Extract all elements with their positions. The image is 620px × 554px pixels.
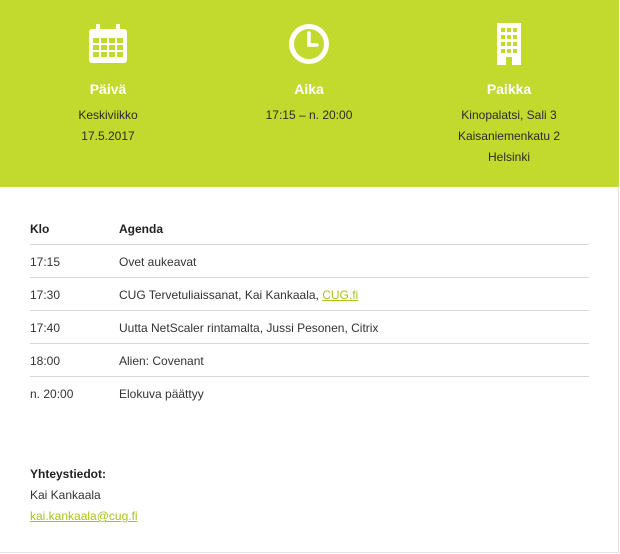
date-heading: Päivä xyxy=(89,81,127,97)
place-heading: Paikka xyxy=(486,81,532,97)
contact-name: Kai Kankaala xyxy=(30,488,101,502)
agenda-time: 17:15 xyxy=(30,255,61,269)
agenda-row: 17:30 CUG Tervetuliaissanat, Kai Kankaal… xyxy=(30,278,589,311)
cug-link[interactable]: CUG.fi xyxy=(322,288,358,302)
agenda-item: CUG Tervetuliaissanat, Kai Kankaala, xyxy=(119,288,323,302)
contact-email-link[interactable]: kai.kankaala@cug.fi xyxy=(30,509,138,523)
agenda-time: 17:40 xyxy=(30,321,61,335)
agenda-time: 18:00 xyxy=(30,354,61,368)
time-value: 17:15 – n. 20:00 xyxy=(265,108,353,122)
agenda-time: n. 20:00 xyxy=(30,387,74,401)
contact-email-wrapper: kai.kankaala@cug.fi xyxy=(30,509,138,523)
date-weekday: Keskiviikko xyxy=(78,108,138,122)
agenda-table: Klo Agenda 17:15 Ovet aukeavat 17:30 CUG… xyxy=(30,211,589,409)
agenda-header-row: Klo Agenda xyxy=(30,211,589,245)
agenda-time-header: Klo xyxy=(30,222,50,236)
time-heading: Aika xyxy=(294,81,324,97)
calendar-icon xyxy=(89,24,127,63)
place-venue: Kinopalatsi, Sali 3 xyxy=(461,108,557,122)
agenda-row: 17:40 Uutta NetScaler rintamalta, Jussi … xyxy=(30,311,589,344)
place-street: Kaisaniemenkatu 2 xyxy=(457,129,561,143)
agenda-item: Uutta NetScaler rintamalta, Jussi Pesone… xyxy=(119,321,379,335)
event-info-banner: Päivä Keskiviikko 17.5.2017 Aika 17:15 –… xyxy=(0,0,619,187)
clock-icon xyxy=(289,24,329,64)
date-value: 17.5.2017 xyxy=(81,129,135,143)
agenda-row: 18:00 Alien: Covenant xyxy=(30,344,589,377)
agenda-time: 17:30 xyxy=(30,288,61,302)
agenda-item-wrapper: CUG Tervetuliaissanat, Kai Kankaala, CUG… xyxy=(119,288,358,302)
agenda-item-header: Agenda xyxy=(119,222,164,236)
agenda-item: Ovet aukeavat xyxy=(119,255,197,269)
agenda-row: n. 20:00 Elokuva päättyy xyxy=(30,377,589,409)
agenda-row: 17:15 Ovet aukeavat xyxy=(30,245,589,278)
agenda-item: Elokuva päättyy xyxy=(119,387,204,401)
agenda-item: Alien: Covenant xyxy=(119,354,204,368)
place-city: Helsinki xyxy=(487,150,530,164)
building-icon xyxy=(497,23,521,65)
contact-title: Yhteystiedot: xyxy=(30,467,107,481)
